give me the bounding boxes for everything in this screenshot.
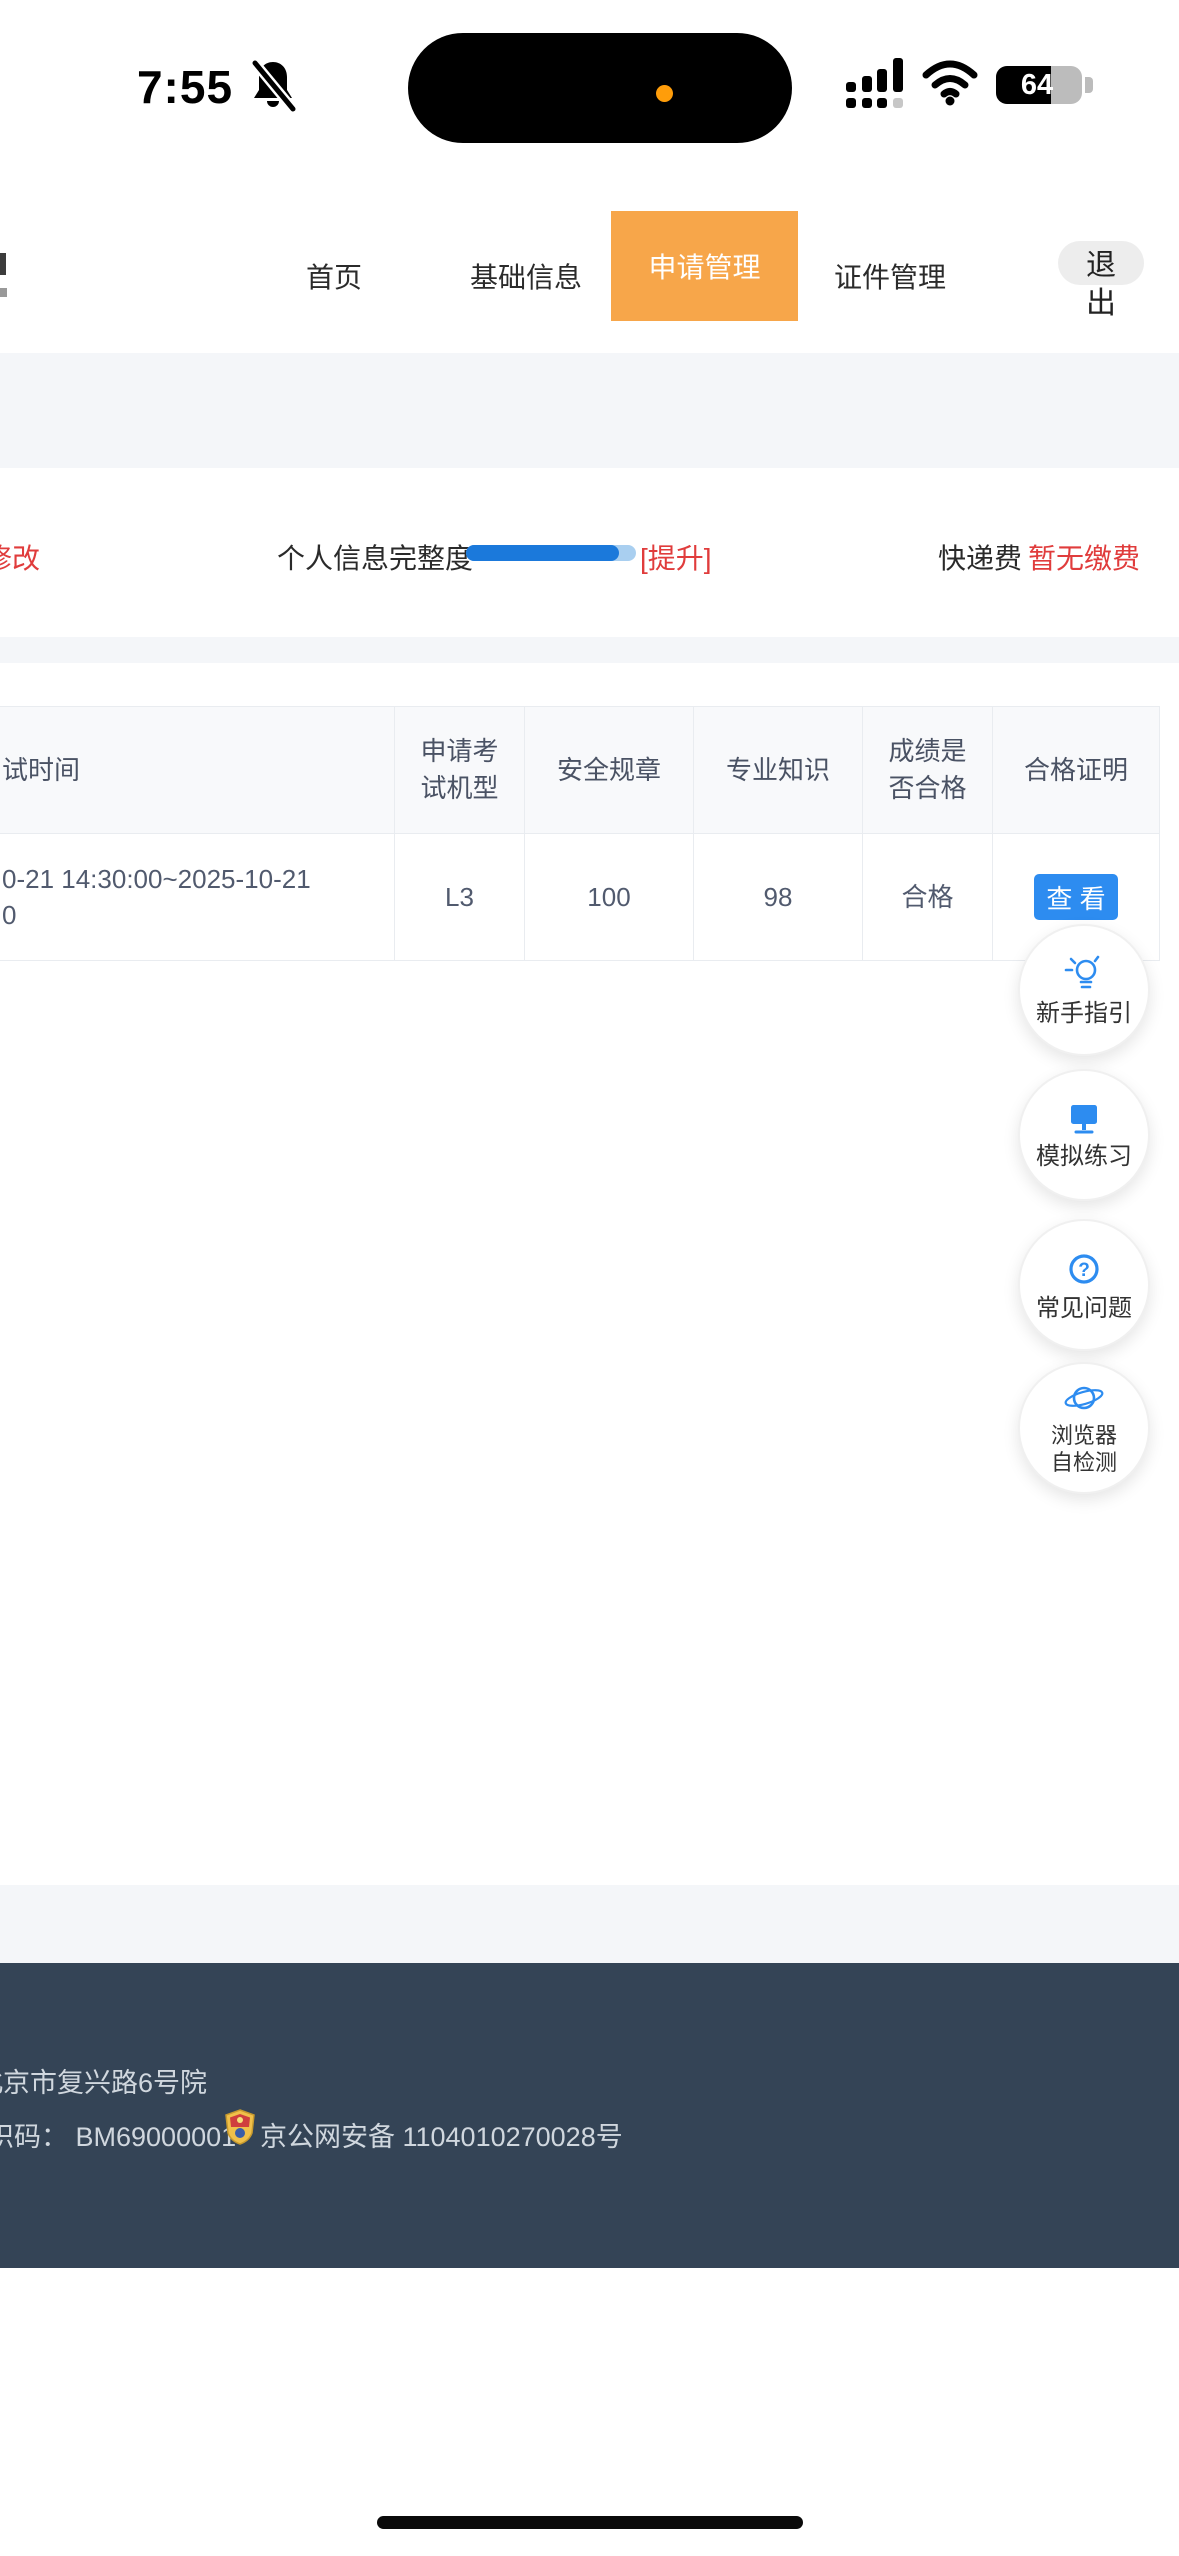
battery-percent: 64 <box>1008 69 1066 102</box>
section-divider-band <box>0 353 1179 468</box>
tab-application-management[interactable]: 申请管理 <box>611 211 798 321</box>
cell-exam-model: L3 <box>395 834 525 960</box>
modify-link[interactable]: 修改 <box>0 537 40 577</box>
browser-toolbar: 1 铁路机车车辆驾驶资格信息... <box>0 2268 1179 2556</box>
courier-fee-label: 快递费 <box>938 537 1022 577</box>
tab-basic-info[interactable]: 基础信息 <box>470 256 582 296</box>
faq-label: 常见问题 <box>1036 1295 1132 1322</box>
wifi-icon <box>922 60 978 106</box>
page-footer: 北京市复兴路6号院 识码： BM69000001 京公网安备 110401027… <box>0 1963 1179 2268</box>
cell-pass-status: 合格 <box>863 834 993 960</box>
boost-link[interactable]: [提升] <box>640 537 712 577</box>
courier-fee-status: 暂无缴费 <box>1028 537 1140 577</box>
table-row: 0-21 14:30:00~2025-10-21 0 L3 100 98 合格 … <box>0 834 1160 961</box>
browser-check-label: 浏览器 自检测 <box>1051 1422 1117 1476</box>
simulation-practice-button[interactable]: 模拟练习 <box>1018 1069 1150 1201</box>
monitor-icon <box>1063 1100 1105 1138</box>
completeness-label: 个人信息完整度 <box>277 537 473 577</box>
exam-results-table: 试时间 申请考 试机型 安全规章 专业知识 成绩是 否合格 合格证明 0-21 … <box>0 706 1160 961</box>
tab-application-management-label: 申请管理 <box>648 246 760 286</box>
tab-certificate-management[interactable]: 证件管理 <box>834 256 946 296</box>
beginner-guide-button[interactable]: 新手指引 <box>1018 924 1150 1056</box>
faq-button[interactable]: ? 常见问题 <box>1018 1219 1150 1351</box>
section-divider-band <box>0 1885 1179 1963</box>
simulation-practice-label: 模拟练习 <box>1036 1143 1132 1170</box>
battery-nub <box>1085 77 1093 93</box>
planet-icon <box>1062 1381 1106 1417</box>
completeness-fill <box>466 545 619 561</box>
view-certificate-button[interactable]: 查 看 <box>1034 874 1118 920</box>
police-badge-icon <box>224 2109 256 2145</box>
beginner-guide-label: 新手指引 <box>1036 1000 1132 1027</box>
cell-exam-time: 0-21 14:30:00~2025-10-21 0 <box>0 834 395 960</box>
col-certificate: 合格证明 <box>993 707 1160 833</box>
browser-check-button[interactable]: 浏览器 自检测 <box>1018 1362 1150 1494</box>
completeness-progressbar <box>466 545 636 561</box>
clipped-logo-fragment <box>0 253 6 275</box>
cell-safety-score: 100 <box>525 834 694 960</box>
phone-screen: 7:55 64 首页 基础信息 申请管理 证件管理 <box>0 0 1179 2556</box>
col-exam-time: 试时间 <box>0 707 395 833</box>
battery-indicator: 64 <box>996 66 1096 106</box>
home-indicator[interactable] <box>377 2516 803 2529</box>
clipped-logo-fragment <box>0 288 7 297</box>
table-header-row: 试时间 申请考 试机型 安全规章 专业知识 成绩是 否合格 合格证明 <box>0 707 1160 834</box>
svg-text:?: ? <box>1078 1260 1090 1281</box>
bulb-icon <box>1062 953 1106 995</box>
cell-signal-icon <box>846 54 910 110</box>
clock: 7:55 <box>130 60 240 114</box>
section-divider-band <box>0 637 1179 663</box>
dynamic-island <box>408 33 792 143</box>
footer-site-code: 识码： BM69000001 <box>0 2115 236 2154</box>
logout-button[interactable]: 退出 <box>1058 241 1144 285</box>
footer-police-number: 京公网安备 1104010270028号 <box>260 2115 623 2154</box>
question-icon: ? <box>1063 1248 1105 1290</box>
footer-address: 北京市复兴路6号院 <box>0 2061 207 2100</box>
mic-indicator-dot <box>656 85 673 102</box>
notifications-off-icon <box>246 58 300 112</box>
cell-knowledge-score: 98 <box>694 834 863 960</box>
col-exam-model: 申请考 试机型 <box>395 707 525 833</box>
col-pass-status: 成绩是 否合格 <box>863 707 993 833</box>
col-professional-knowledge: 专业知识 <box>694 707 863 833</box>
col-safety-rules: 安全规章 <box>525 707 694 833</box>
logout-label: 退出 <box>1085 247 1117 323</box>
tab-home[interactable]: 首页 <box>306 256 362 296</box>
